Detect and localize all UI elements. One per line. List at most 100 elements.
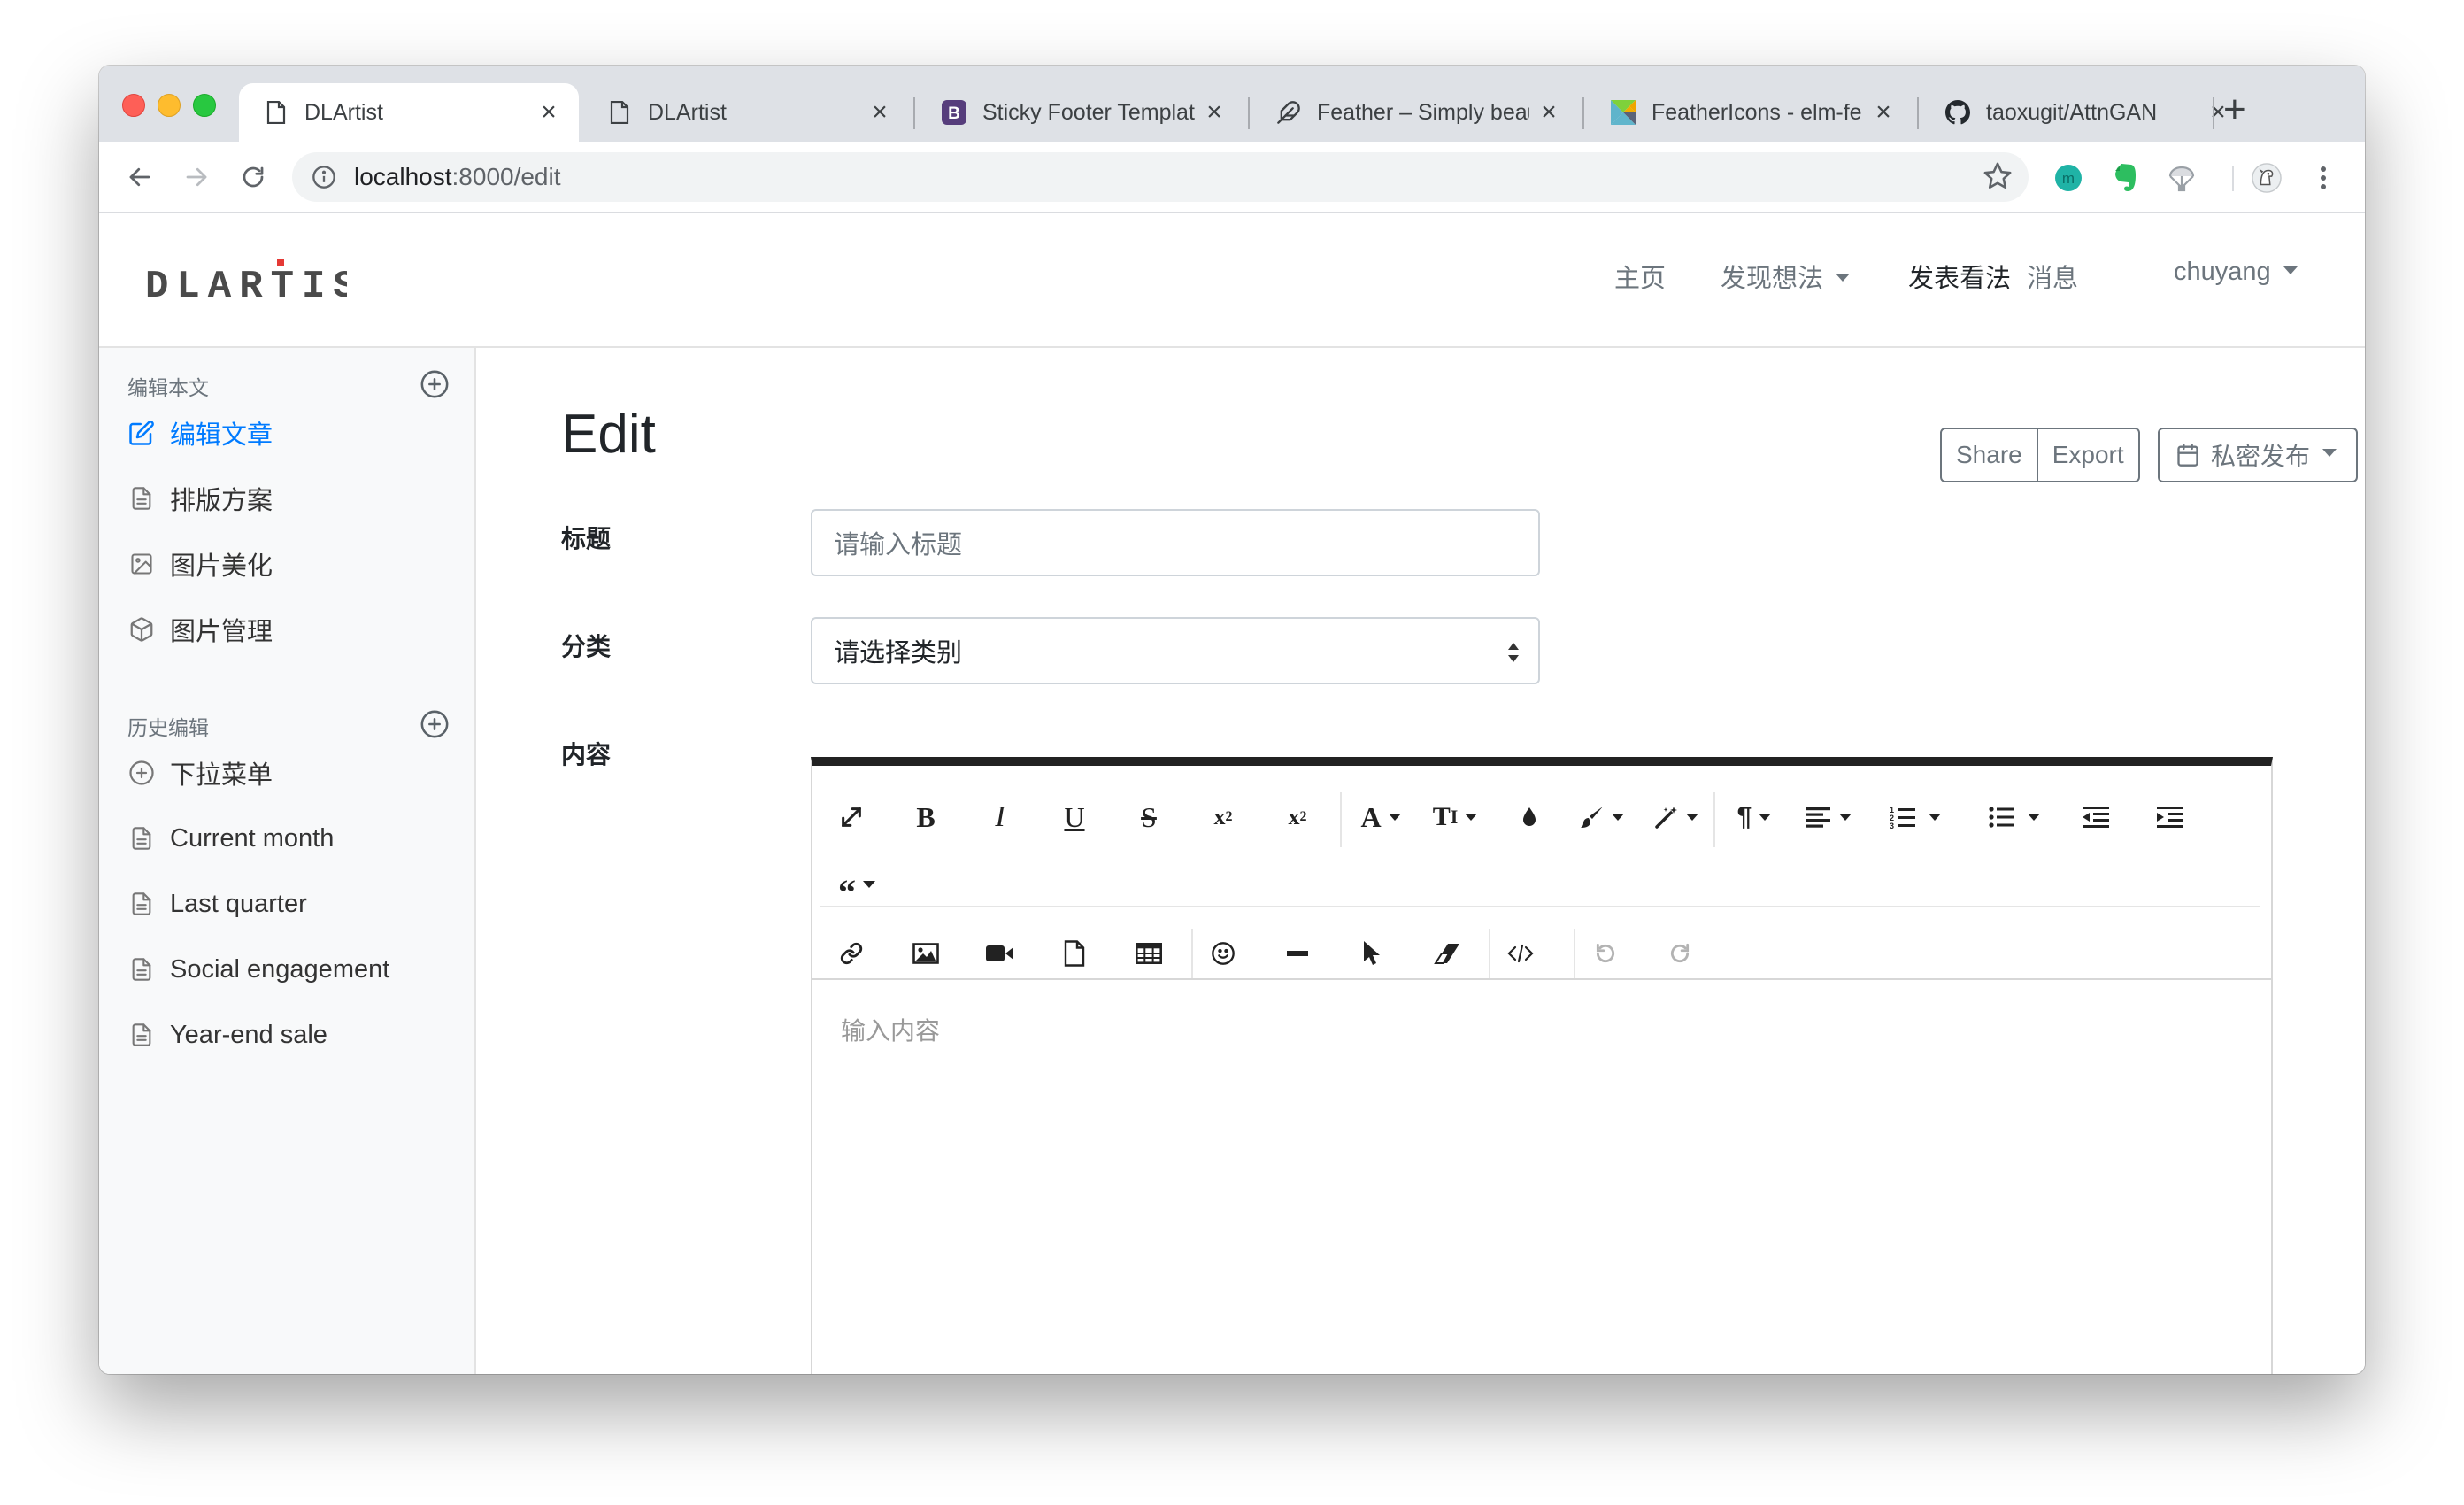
video-icon[interactable] <box>982 936 1018 971</box>
nav-post-opinion[interactable]: 发表看法 <box>1908 258 2011 295</box>
tab-dlartist[interactable]: DLArtist × <box>582 83 910 142</box>
tab-close-icon[interactable]: × <box>869 99 890 126</box>
forward-button[interactable] <box>177 158 216 197</box>
image-icon[interactable] <box>908 936 943 971</box>
sidebar-item-layout[interactable]: 排版方案 <box>127 481 273 516</box>
evernote-icon[interactable] <box>2110 163 2140 193</box>
ordered-list-icon[interactable]: 123 <box>1880 799 1951 835</box>
unordered-list-icon[interactable] <box>1979 799 2050 835</box>
undo-icon[interactable] <box>1588 936 1623 971</box>
tab-close-icon[interactable]: × <box>538 99 559 126</box>
magic-icon[interactable] <box>1650 799 1703 835</box>
browser-toolbar: localhost:8000/edit m <box>99 142 2365 213</box>
tab-close-icon[interactable]: × <box>1873 99 1894 126</box>
font-size-icon[interactable]: TI <box>1428 799 1482 835</box>
emoji-icon[interactable] <box>1205 936 1241 971</box>
fullscreen-icon[interactable] <box>834 799 869 835</box>
clear-format-icon[interactable] <box>1428 936 1464 971</box>
tab-dlartist-active[interactable]: DLArtist × <box>239 83 579 142</box>
tab-close-icon[interactable]: × <box>1204 99 1225 126</box>
code-view-icon[interactable] <box>1503 936 1538 971</box>
url-host: localhost <box>354 163 452 190</box>
info-icon[interactable] <box>310 163 338 191</box>
brand-logo[interactable]: DLARTIST <box>143 252 388 309</box>
sidebar-item-last-quarter[interactable]: Last quarter <box>127 886 307 922</box>
minimize-window-button[interactable] <box>158 94 181 117</box>
toolbar-row-divider <box>820 906 2260 907</box>
category-select[interactable]: 请选择类别 <box>811 617 1540 684</box>
underline-icon[interactable]: U <box>1057 799 1092 835</box>
sidebar-item-year-end-sale[interactable]: Year-end sale <box>127 1017 327 1053</box>
reload-button[interactable] <box>234 158 273 197</box>
calendar-icon <box>2175 443 2200 467</box>
parachute-icon[interactable] <box>2167 163 2197 193</box>
color-icon[interactable] <box>1512 799 1547 835</box>
tab-feathericons-elm[interactable]: FeatherIcons - elm-fe × <box>1586 83 1913 142</box>
file-icon[interactable] <box>1057 936 1092 971</box>
sidebar-item-current-month[interactable]: Current month <box>127 821 334 856</box>
italic-icon[interactable]: I <box>982 799 1018 835</box>
plus-circle-icon[interactable] <box>420 709 450 739</box>
site-navbar: DLARTIST 主页 发现想法 发表看法 消息 chuyang <box>99 213 2365 348</box>
close-window-button[interactable] <box>122 94 145 117</box>
document-icon <box>607 100 632 125</box>
more-vertical-icon[interactable] <box>2308 163 2338 193</box>
tab-feather[interactable]: Feather – Simply beau × <box>1251 83 1579 142</box>
document-icon <box>264 100 289 125</box>
sidebar-item-edit-article[interactable]: 编辑文章 <box>127 415 273 451</box>
content-editable[interactable]: 输入内容 <box>841 1012 940 1047</box>
sidebar-item-dropdown-menu[interactable]: 下拉菜单 <box>127 755 273 791</box>
horizontal-rule-icon[interactable] <box>1280 936 1315 971</box>
share-button[interactable]: Share <box>1940 428 2038 482</box>
sidebar-item-label: 图片美化 <box>170 552 273 581</box>
tab-close-icon[interactable]: × <box>1538 99 1559 126</box>
outdent-icon[interactable] <box>2078 799 2114 835</box>
zoom-window-button[interactable] <box>193 94 216 117</box>
back-button[interactable] <box>120 158 159 197</box>
url-text[interactable]: localhost:8000/edit <box>354 163 561 191</box>
quote-icon[interactable]: “ <box>830 867 883 912</box>
bootstrap-icon: B <box>942 100 966 125</box>
caret-down-icon <box>2322 448 2337 457</box>
indent-icon[interactable] <box>2152 799 2188 835</box>
align-icon[interactable] <box>1802 799 1855 835</box>
subscript-icon[interactable]: x2 <box>1205 799 1241 835</box>
sidebar-item-label: Current month <box>170 823 335 853</box>
tab-sticky-footer[interactable]: B Sticky Footer Templat × <box>917 83 1244 142</box>
superscript-icon[interactable]: x2 <box>1280 799 1315 835</box>
sidebar-item-image-beautify[interactable]: 图片美化 <box>127 546 273 582</box>
nav-user-dropdown[interactable]: chuyang <box>2174 258 2298 287</box>
new-tab-button[interactable]: + <box>2223 90 2246 129</box>
nav-messages[interactable]: 消息 <box>2027 258 2078 295</box>
mendeley-icon[interactable]: m <box>2053 163 2083 193</box>
nav-discover-dropdown[interactable]: 发现想法 <box>1721 258 1851 295</box>
link-icon[interactable] <box>834 936 869 971</box>
address-bar[interactable]: localhost:8000/edit <box>292 152 2029 202</box>
url-path: :8000/edit <box>451 163 561 190</box>
tab-attngan[interactable]: taoxugit/AttnGAN × <box>1921 83 2248 142</box>
strikethrough-icon[interactable]: S <box>1131 799 1167 835</box>
font-family-icon[interactable]: A <box>1354 799 1407 835</box>
toolbar-divider <box>1713 792 1715 847</box>
profile-avatar-icon[interactable] <box>2252 163 2282 193</box>
export-button[interactable]: Export <box>2037 428 2140 482</box>
table-icon[interactable] <box>1131 936 1167 971</box>
nav-discover-label: 发现想法 <box>1721 265 1824 293</box>
select-all-icon[interactable] <box>1354 936 1390 971</box>
elm-icon <box>1611 100 1636 125</box>
toolbar-divider <box>1191 929 1193 978</box>
redo-icon[interactable] <box>1662 936 1698 971</box>
sidebar-item-label: Year-end sale <box>170 1020 327 1049</box>
private-publish-dropdown[interactable]: 私密发布 <box>2158 428 2359 482</box>
paragraph-icon[interactable]: ¶ <box>1728 799 1781 835</box>
bookmark-star-icon[interactable] <box>1983 161 2013 196</box>
tab-separator <box>1917 97 1919 129</box>
plus-circle-icon[interactable] <box>420 369 450 399</box>
github-icon <box>1945 100 1970 125</box>
title-input[interactable]: 请输入标题 <box>811 509 1540 576</box>
bold-icon[interactable]: B <box>908 799 943 835</box>
sidebar-item-social-engagement[interactable]: Social engagement <box>127 952 389 987</box>
sidebar-item-image-manage[interactable]: 图片管理 <box>127 612 273 647</box>
nav-home[interactable]: 主页 <box>1614 258 1666 295</box>
paint-brush-icon[interactable] <box>1575 799 1629 835</box>
